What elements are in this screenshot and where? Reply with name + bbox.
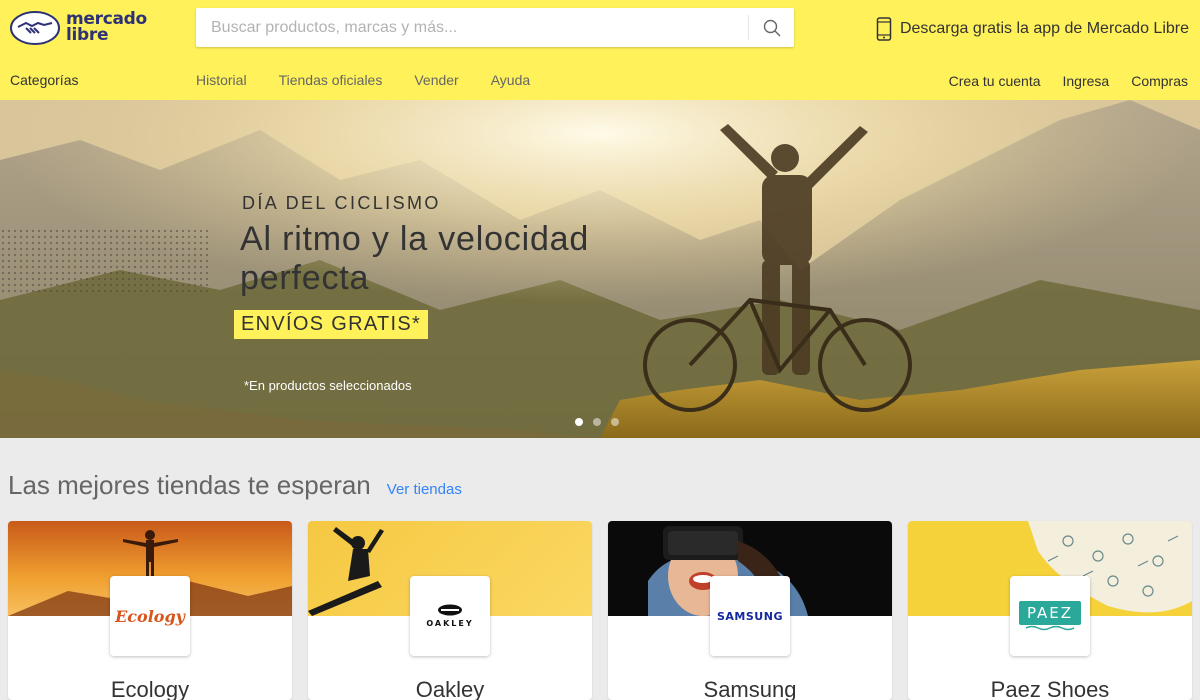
store-card-ecology[interactable]: Ecology Ecology xyxy=(8,521,292,700)
search-icon xyxy=(763,19,780,36)
store-card-paez-shoes[interactable]: PAEZ Paez Shoes xyxy=(908,521,1192,700)
store-card-samsung[interactable]: SAMSUNG Samsung xyxy=(608,521,892,700)
search-bar xyxy=(196,8,794,47)
mercado-libre-logo[interactable]: mercado libre xyxy=(10,9,150,47)
store-name: Oakley xyxy=(415,677,485,700)
hero-banner[interactable]: DÍA DEL CICLISMO Al ritmo y la velocidad… xyxy=(0,100,1200,438)
purchases-link[interactable]: Compras xyxy=(1131,73,1188,89)
ecology-logo: Ecology xyxy=(110,576,190,656)
header: mercado libre Descarga gratis la app de … xyxy=(0,0,1200,100)
create-account-link[interactable]: Crea tu cuenta xyxy=(949,73,1041,89)
search-button[interactable] xyxy=(748,15,794,40)
download-app-link[interactable]: Descarga gratis la app de Mercado Libre xyxy=(876,17,1189,41)
carousel-dot-2[interactable] xyxy=(593,418,601,426)
view-stores-link[interactable]: Ver tiendas xyxy=(387,481,462,498)
paez-wave-icon xyxy=(1025,625,1074,631)
main-nav: Historial Tiendas oficiales Vender Ayuda xyxy=(196,72,530,88)
free-shipping-badge: ENVÍOS GRATIS* xyxy=(234,310,429,339)
official-stores-header: Las mejores tiendas te esperan Ver tiend… xyxy=(8,470,462,501)
categories-link[interactable]: Categorías xyxy=(10,72,78,88)
download-app-label: Descarga gratis la app de Mercado Libre xyxy=(899,20,1189,37)
store-card-oakley[interactable]: OAKLEY Oakley xyxy=(308,521,592,700)
carousel-dot-1[interactable] xyxy=(575,418,583,426)
store-name: Samsung xyxy=(703,677,797,700)
carousel-indicators xyxy=(575,418,619,426)
login-link[interactable]: Ingresa xyxy=(1063,73,1110,89)
paez-logo: PAEZ xyxy=(1010,576,1090,656)
decorative-dot-pattern xyxy=(0,228,208,292)
account-nav: Crea tu cuenta Ingresa Compras xyxy=(949,73,1188,89)
samsung-logo: SAMSUNG xyxy=(710,576,790,656)
hero-disclaimer: *En productos seleccionados xyxy=(244,378,412,393)
oakley-logo: OAKLEY xyxy=(410,576,490,656)
nav-link-tiendas-oficiales[interactable]: Tiendas oficiales xyxy=(279,72,383,88)
logo-text: mercado libre xyxy=(66,9,147,45)
hero-title: Al ritmo y la velocidad perfecta xyxy=(240,220,590,297)
nav-link-ayuda[interactable]: Ayuda xyxy=(491,72,530,88)
carousel-dot-3[interactable] xyxy=(611,418,619,426)
nav-link-historial[interactable]: Historial xyxy=(196,72,247,88)
handshake-logo-icon xyxy=(10,11,60,45)
store-name: Paez Shoes xyxy=(990,677,1110,700)
phone-icon xyxy=(876,17,892,41)
store-name: Ecology xyxy=(110,677,190,700)
categories-menu: Categorías xyxy=(10,72,78,88)
oakley-ellipse-icon xyxy=(438,604,462,616)
nav-link-vender[interactable]: Vender xyxy=(414,72,458,88)
hero-kicker: DÍA DEL CICLISMO xyxy=(242,193,441,213)
search-input[interactable] xyxy=(196,8,748,47)
official-stores-title: Las mejores tiendas te esperan xyxy=(8,470,371,500)
